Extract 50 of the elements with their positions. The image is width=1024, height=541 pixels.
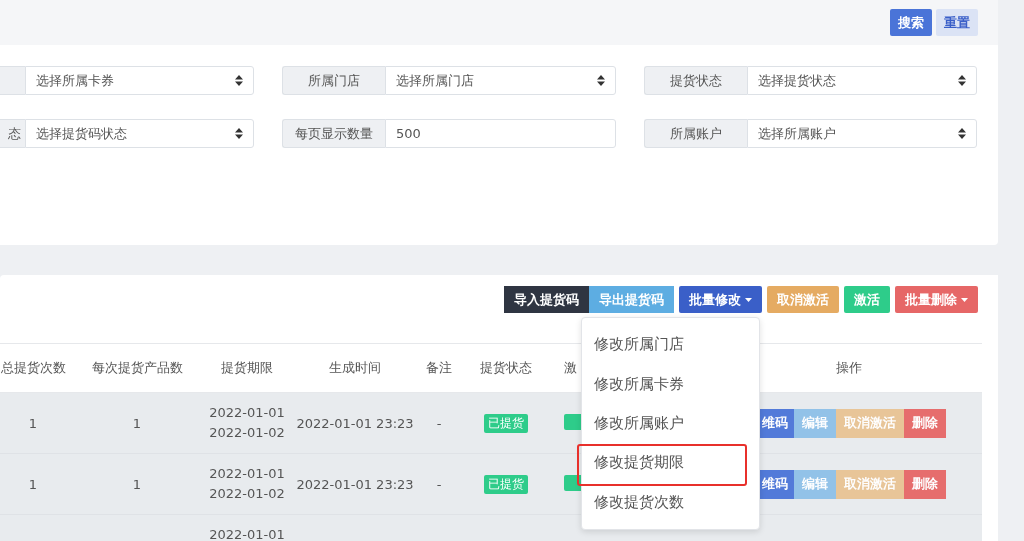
toolbar-button[interactable]: 批量修改	[679, 286, 762, 313]
search-button[interactable]: 搜索	[890, 9, 932, 36]
table-cell: 1	[28, 476, 38, 492]
status-badge: 已提货	[484, 474, 528, 494]
select-field[interactable]: 选择所属卡券	[25, 66, 254, 95]
column-header: 操作	[836, 360, 862, 375]
column-header: 总提货次数	[0, 360, 66, 375]
table-cell: 1	[132, 415, 142, 431]
field-label: 态	[0, 119, 25, 148]
field-label: 所属门店	[282, 66, 385, 95]
toolbar-button[interactable]: 导出提货码	[589, 286, 674, 313]
field-label-box	[0, 66, 25, 95]
select-field[interactable]: 选择所属账户	[747, 119, 977, 148]
sort-arrows-icon	[958, 128, 966, 139]
reset-button[interactable]: 重置	[936, 9, 978, 36]
table-cell: 1	[28, 415, 38, 431]
select-field[interactable]: 选择所属门店	[385, 66, 616, 95]
date-text: 2022-01-01	[208, 404, 286, 422]
toolbar-button[interactable]: 批量删除	[895, 286, 978, 313]
date-text: 2022-01-02	[208, 424, 286, 442]
table-cell: -	[436, 415, 442, 431]
input-field[interactable]: 500	[385, 119, 616, 148]
column-header: 备注	[426, 360, 452, 375]
field-label: 所属账户	[644, 119, 747, 148]
sort-arrows-icon	[958, 75, 966, 86]
select-field[interactable]: 选择提货状态	[747, 66, 977, 95]
row-action-button[interactable]: 删除	[904, 469, 946, 499]
select-field[interactable]: 选择提货码状态	[25, 119, 254, 148]
status-badge: 已提货	[484, 413, 528, 433]
table-cell: -	[436, 476, 442, 492]
sort-arrows-icon	[235, 128, 243, 139]
sort-arrows-icon	[597, 75, 605, 86]
field-label: 每页显示数量	[282, 119, 385, 148]
column-header: 每次提货产品数	[91, 360, 183, 375]
column-header: 提货期限	[221, 360, 273, 375]
menu-item[interactable]: 修改所属门店	[582, 325, 759, 365]
toolbar-button[interactable]: 导入提货码	[504, 286, 589, 313]
column-header: 提货状态	[480, 360, 532, 375]
date-text: 2022-01-01	[208, 526, 286, 541]
date-text: 2022-01-01	[208, 465, 286, 483]
row-action-button[interactable]: 删除	[904, 408, 946, 438]
date-text: 2022-01-02	[208, 485, 286, 503]
table-cell: 2022-01-01 23:23	[296, 415, 414, 431]
column-header: 激	[564, 360, 577, 375]
column-header: 生成时间	[329, 360, 381, 375]
field-label: 提货状态	[644, 66, 747, 95]
table-cell: 1	[132, 476, 142, 492]
menu-item[interactable]: 修改所属卡券	[582, 364, 759, 404]
sort-arrows-icon	[235, 75, 243, 86]
table-cell: 2022-01-01 23:23	[296, 476, 414, 492]
